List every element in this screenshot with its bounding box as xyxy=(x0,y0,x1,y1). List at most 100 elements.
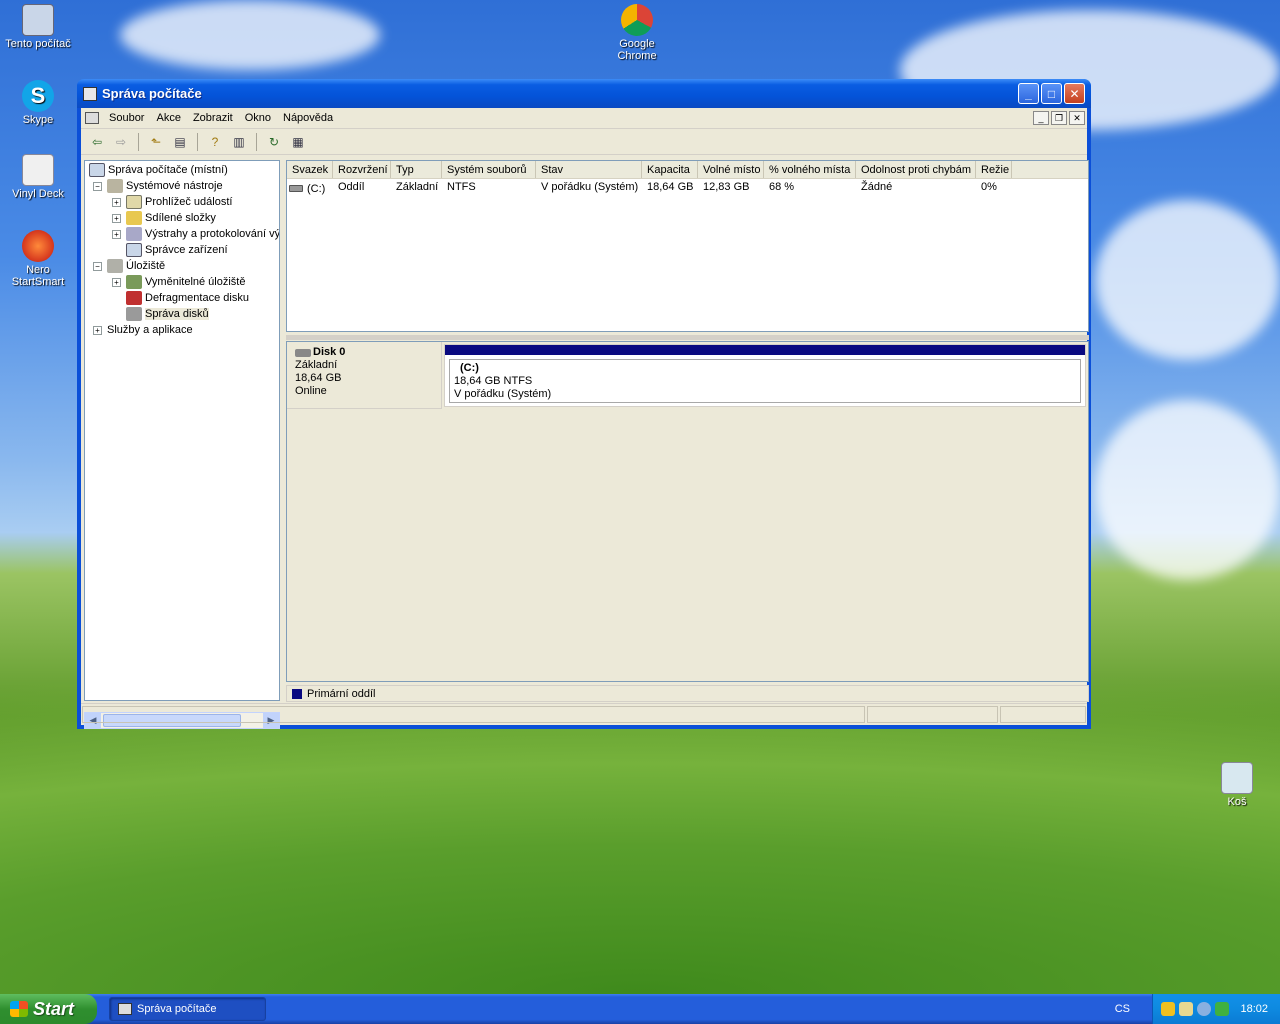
disk-info-panel[interactable]: Disk 0 Základní 18,64 GB Online xyxy=(287,342,442,409)
menu-zobrazit[interactable]: Zobrazit xyxy=(189,112,241,124)
partition-c[interactable]: (C:) 18,64 GB NTFS V pořádku (Systém) xyxy=(444,344,1086,407)
volume-list: Svazek Rozvržení Typ Systém souborů Stav… xyxy=(286,160,1089,332)
disk-map: Disk 0 Základní 18,64 GB Online (C:) 18,… xyxy=(286,341,1089,682)
clock[interactable]: 18:02 xyxy=(1240,1003,1268,1015)
up-folder-icon[interactable]: ⬑ xyxy=(146,132,166,152)
window-title: Správa počítače xyxy=(102,86,202,101)
table-cell: 12,83 GB xyxy=(703,181,750,193)
toolbar-separator xyxy=(256,132,257,151)
status-panel xyxy=(1000,706,1086,723)
disk-name: Disk 0 xyxy=(313,346,346,358)
table-row[interactable]: (C:) Oddíl Základní NTFS V pořádku (Syst… xyxy=(287,180,1088,196)
tree-node-alerts[interactable]: + Výstrahy a protokolování vý xyxy=(112,226,279,242)
recycle-bin-icon xyxy=(1221,762,1253,794)
export-icon[interactable]: ▦ xyxy=(288,132,308,152)
mail-icon[interactable] xyxy=(1179,1002,1193,1016)
update-icon[interactable] xyxy=(1215,1002,1229,1016)
desktop-icon-nero[interactable]: Nero StartSmart xyxy=(0,230,76,288)
column-header[interactable]: Odolnost proti chybám xyxy=(856,161,976,178)
volume-list-header: Svazek Rozvržení Typ Systém souborů Stav… xyxy=(287,161,1088,179)
table-cell: Základní xyxy=(396,181,439,193)
expand-toggle[interactable]: + xyxy=(112,213,121,223)
tree-node-label: Správce zařízení xyxy=(145,244,228,256)
disk-name-row: Disk 0 xyxy=(295,346,433,359)
mdi-restore-button[interactable]: ❐ xyxy=(1051,111,1067,125)
language-indicator[interactable]: CS xyxy=(1115,1003,1130,1015)
desktop-icon-chrome[interactable]: Google Chrome xyxy=(599,4,675,62)
mdi-minimize-button[interactable]: _ xyxy=(1033,111,1049,125)
tree-node-event-viewer[interactable]: + Prohlížeč událostí xyxy=(112,194,232,210)
menu-okno[interactable]: Okno xyxy=(241,112,279,124)
legend-label: Primární oddíl xyxy=(307,687,376,700)
tree-node-label: Defragmentace disku xyxy=(145,292,249,304)
column-header[interactable]: % volného místa xyxy=(764,161,856,178)
desktop-icon-skype[interactable]: S Skype xyxy=(0,80,76,126)
computer-icon xyxy=(89,163,105,177)
tree-node-computer-management[interactable]: Správa počítače (místní) xyxy=(89,162,228,178)
minimize-button[interactable]: _ xyxy=(1018,83,1039,104)
tree-node-shared-folders[interactable]: + Sdílené složky xyxy=(112,210,216,226)
title-bar[interactable]: Správa počítače _ □ ✕ xyxy=(77,79,1091,108)
mdi-close-button[interactable]: ✕ xyxy=(1069,111,1085,125)
tree-node-storage[interactable]: − Úložiště xyxy=(93,258,165,274)
vinyl-deck-icon xyxy=(22,154,54,186)
close-button[interactable]: ✕ xyxy=(1064,83,1085,104)
expand-toggle[interactable]: + xyxy=(112,197,121,207)
column-header[interactable]: Volné místo xyxy=(698,161,764,178)
help-icon[interactable]: ? xyxy=(205,132,225,152)
collapse-toggle[interactable]: − xyxy=(93,261,102,271)
tree-node-label: Prohlížeč událostí xyxy=(145,196,233,208)
expand-toggle[interactable]: + xyxy=(112,277,121,287)
desktop-icon-vinyl-deck[interactable]: Vinyl Deck xyxy=(0,154,76,200)
column-header[interactable]: Režie xyxy=(976,161,1012,178)
column-header[interactable]: Typ xyxy=(391,161,442,178)
desktop-icon-my-computer[interactable]: Tento počítač xyxy=(0,4,76,50)
maximize-button[interactable]: □ xyxy=(1041,83,1062,104)
start-button[interactable]: Start xyxy=(0,994,97,1024)
menu-napoveda[interactable]: Nápověda xyxy=(279,112,341,124)
refresh-icon[interactable]: ↻ xyxy=(264,132,284,152)
legend: Primární oddíl xyxy=(286,685,1089,702)
computer-management-window: Správa počítače _ □ ✕ Soubor Akce Zobraz… xyxy=(77,79,1091,729)
defrag-icon xyxy=(126,291,142,305)
column-header[interactable]: Kapacita xyxy=(642,161,698,178)
forward-icon[interactable]: ⇨ xyxy=(111,132,131,152)
tree-node-disk-management[interactable]: Správa disků xyxy=(126,306,209,322)
cell-text: (C:) xyxy=(307,182,326,195)
column-header[interactable]: Rozvržení xyxy=(333,161,391,178)
tree-node-device-manager[interactable]: Správce zařízení xyxy=(126,242,228,258)
toolbar-separator xyxy=(138,132,139,151)
expand-toggle[interactable]: + xyxy=(93,325,102,335)
table-cell: 0% xyxy=(981,181,997,193)
taskbar-button-label: Správa počítače xyxy=(137,1003,217,1015)
pane-splitter[interactable] xyxy=(286,335,1089,340)
tree-node-removable-storage[interactable]: + Vyměnitelné úložiště xyxy=(112,274,245,290)
column-header[interactable]: Stav xyxy=(536,161,642,178)
partition-status: V pořádku (Systém) xyxy=(454,388,552,400)
desktop-icon-recycle-bin[interactable]: Koš xyxy=(1199,762,1275,808)
show-hide-tree-icon[interactable]: ▤ xyxy=(170,132,190,152)
tree-node-system-tools[interactable]: − Systémové nástroje xyxy=(93,178,223,194)
tree-node-services[interactable]: + Služby a aplikace xyxy=(93,322,193,338)
tree-node-defrag[interactable]: Defragmentace disku xyxy=(126,290,249,306)
expand-toggle[interactable]: + xyxy=(112,229,121,239)
table-cell: 18,64 GB xyxy=(647,181,694,193)
security-shield-icon[interactable] xyxy=(1161,1002,1175,1016)
taskbar-button-computer-management[interactable]: Správa počítače xyxy=(109,997,266,1021)
collapse-toggle[interactable]: − xyxy=(93,181,102,191)
event-viewer-icon xyxy=(126,195,142,209)
shared-folders-icon xyxy=(126,211,142,225)
console-tree: Správa počítače (místní) − Systémové nás… xyxy=(84,160,280,701)
network-icon[interactable] xyxy=(1197,1002,1211,1016)
menu-akce[interactable]: Akce xyxy=(152,112,188,124)
column-header[interactable]: Svazek xyxy=(287,161,333,178)
table-cell: V pořádku (Systém) xyxy=(541,181,639,193)
back-icon[interactable]: ⇦ xyxy=(87,132,107,152)
partition-color-bar xyxy=(445,345,1085,355)
partition-name: (C:) xyxy=(460,362,479,374)
menu-soubor[interactable]: Soubor xyxy=(105,112,152,124)
app-icon xyxy=(83,86,97,101)
column-header[interactable]: Systém souborů xyxy=(442,161,536,178)
table-cell: NTFS xyxy=(447,181,476,193)
properties-icon[interactable]: ▥ xyxy=(229,132,249,152)
